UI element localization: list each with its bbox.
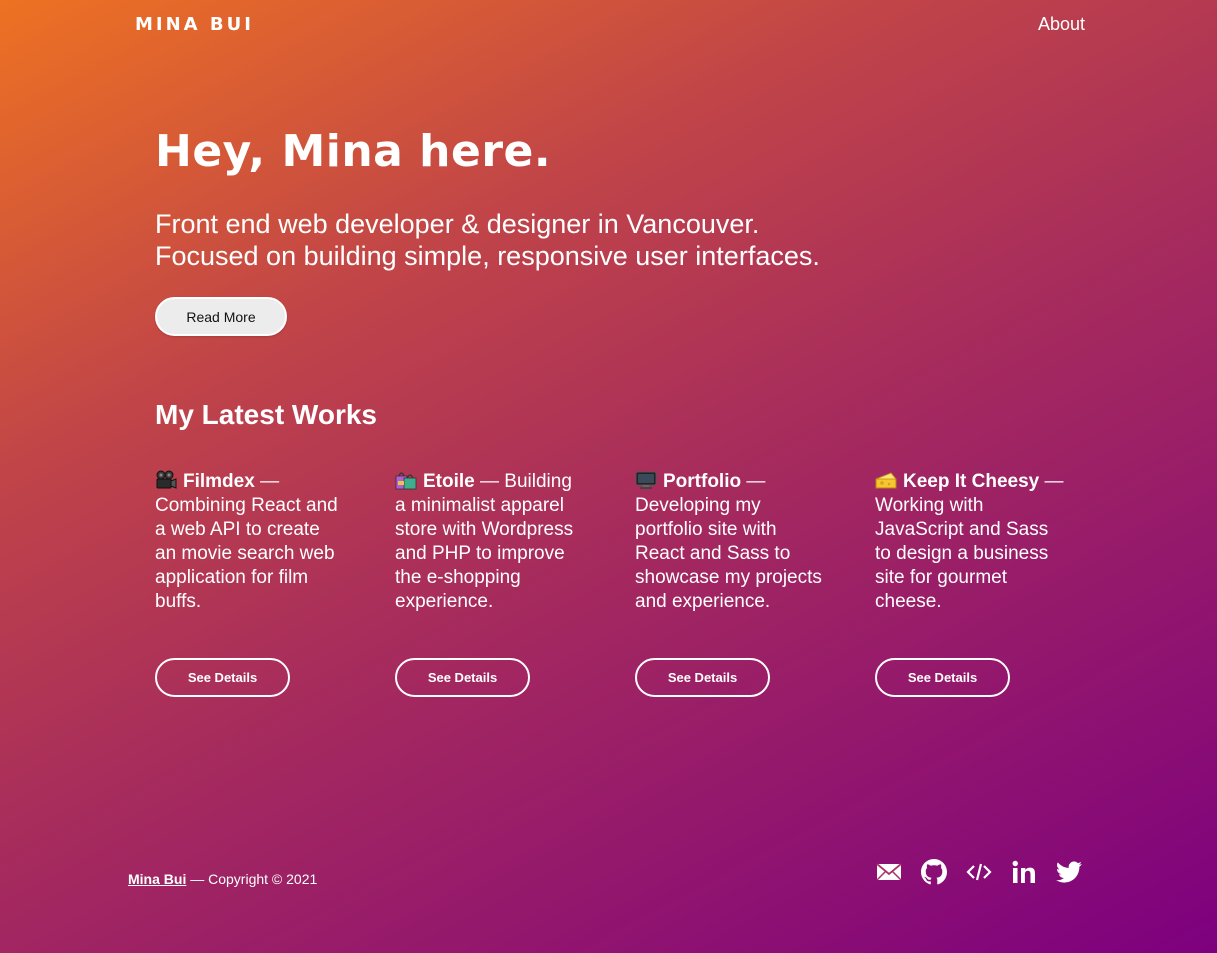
work-card-title: Keep It Cheesy [903,471,1040,492]
twitter-icon[interactable] [1056,859,1082,885]
work-card-text: Portfolio — Developing my portfolio site… [635,470,825,614]
work-card-description: — Working with JavaScript and Sass to de… [875,471,1064,612]
work-card-title: Portfolio [663,471,742,492]
see-details-button-keep-it-cheesy[interactable]: See Details [875,658,1010,697]
hero-title: Hey, Mina here. [155,126,552,177]
see-details-button-etoile[interactable]: See Details [395,658,530,697]
linkedin-icon[interactable] [1011,859,1037,885]
work-card-title: Filmdex [183,471,255,492]
see-details-button-portfolio[interactable]: See Details [635,658,770,697]
hero-subtitle-line-1: Front end web developer & designer in Va… [155,209,760,239]
work-card-text: Keep It Cheesy — Working with JavaScript… [875,470,1065,614]
footer-copyright-text: — Copyright © 2021 [186,871,318,887]
site-logo[interactable]: MINA BUI [135,14,254,35]
film-camera-icon [155,470,177,490]
works-title: My Latest Works [155,399,377,430]
computer-monitor-icon [635,470,657,490]
work-card-text: Filmdex — Combining React and a web API … [155,470,345,614]
code-icon[interactable] [966,859,992,885]
github-icon[interactable] [921,859,947,885]
mail-icon[interactable] [876,859,902,885]
work-card-title: Etoile [423,471,475,492]
nav-about-link[interactable]: About [1038,14,1085,35]
work-card-description: — Building a minimalist apparel store wi… [395,471,574,612]
hero-subtitle: Front end web developer & designer in Va… [155,208,820,272]
work-card-portfolio: Portfolio — Developing my portfolio site… [635,470,825,614]
footer-name-link[interactable]: Mina Bui [128,871,186,887]
work-card-description: — Developing my portfolio site with Reac… [635,471,822,612]
work-card-filmdex: Filmdex — Combining React and a web API … [155,470,345,614]
social-links [876,859,1082,885]
cheese-icon [875,470,897,490]
work-card-description: — Combining React and a web API to creat… [155,471,338,612]
work-card-text: Etoile — Building a minimalist apparel s… [395,470,585,614]
hero-subtitle-line-2: Focused on building simple, responsive u… [155,241,820,271]
see-details-button-filmdex[interactable]: See Details [155,658,290,697]
work-card-keep-it-cheesy: Keep It Cheesy — Working with JavaScript… [875,470,1065,614]
read-more-button[interactable]: Read More [155,297,287,336]
footer-copyright: Mina Bui — Copyright © 2021 [128,871,317,887]
shopping-bags-icon [395,470,417,490]
work-card-etoile: Etoile — Building a minimalist apparel s… [395,470,585,614]
